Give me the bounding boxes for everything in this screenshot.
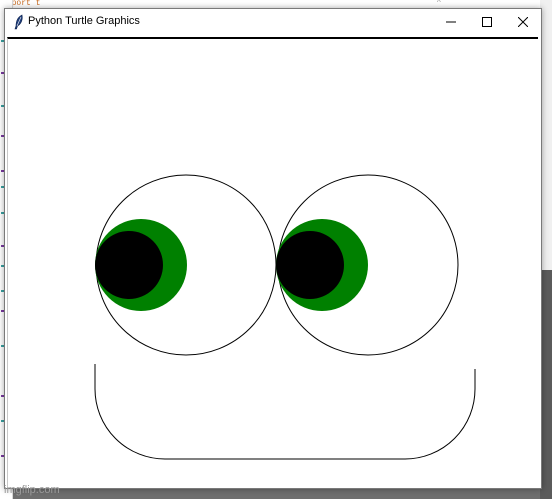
title-bar[interactable]: Python Turtle Graphics xyxy=(5,9,541,35)
background-editor-top: import t ^ xyxy=(0,0,552,8)
minimize-button[interactable] xyxy=(433,9,469,35)
mouth-outline xyxy=(94,364,476,460)
close-icon xyxy=(518,17,528,27)
close-button[interactable] xyxy=(505,9,541,35)
feather-icon xyxy=(14,14,23,30)
left-eye-pupil xyxy=(95,231,163,299)
maximize-button[interactable] xyxy=(469,9,505,35)
window-title: Python Turtle Graphics xyxy=(28,15,140,27)
right-eye-pupil xyxy=(276,231,344,299)
turtle-window: Python Turtle Graphics xyxy=(4,8,542,489)
background-scroll-arrow-icon: ^ xyxy=(437,0,441,7)
watermark: imgflip.com xyxy=(4,484,60,496)
maximize-icon xyxy=(482,17,492,27)
turtle-canvas[interactable] xyxy=(7,37,538,487)
minimize-icon xyxy=(446,21,456,23)
turtle-drawing xyxy=(94,174,476,460)
